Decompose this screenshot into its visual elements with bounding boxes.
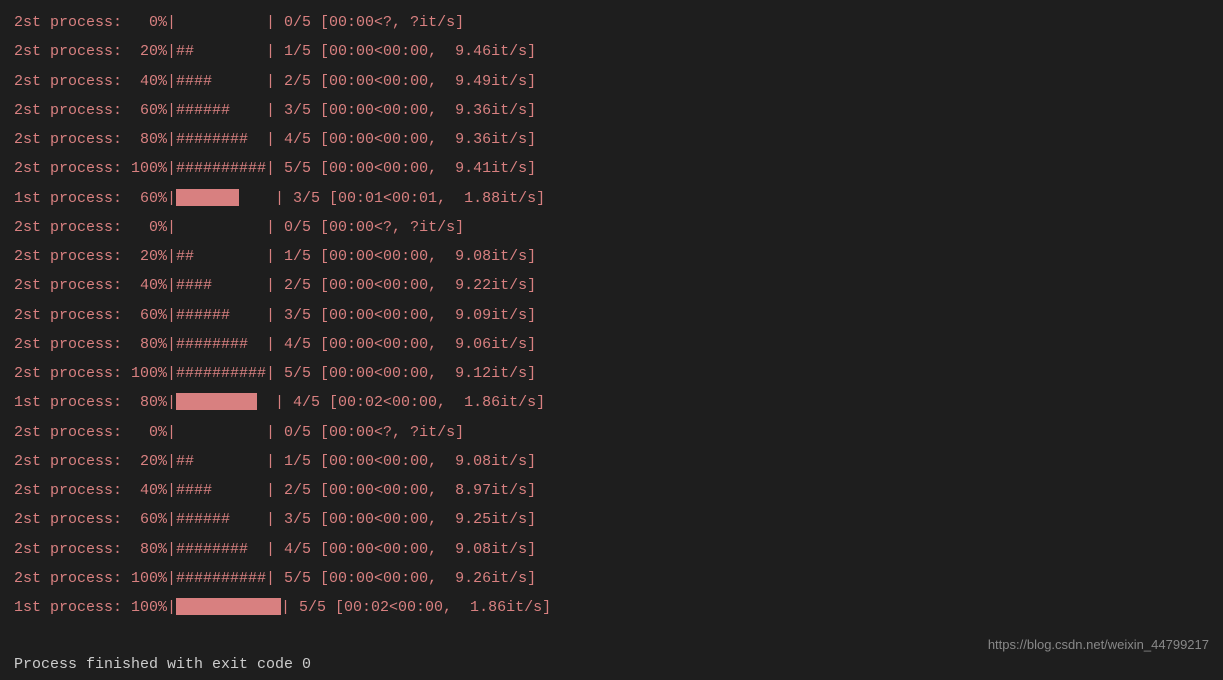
progress-line: 1st process: 80%| | 4/5 [00:02<00:00, 1.… (14, 388, 1223, 417)
progress-line: 2st process: 40%|#### | 2/5 [00:00<00:00… (14, 476, 1223, 505)
progress-bar-fill (176, 189, 239, 206)
progress-text: 2st process: 0%| | 0/5 [00:00<?, ?it/s] (14, 418, 464, 447)
progress-line: 2st process: 80%|######## | 4/5 [00:00<0… (14, 330, 1223, 359)
progress-text: 2st process: 100%|##########| 5/5 [00:00… (14, 359, 536, 388)
progress-text: 2st process: 100%|##########| 5/5 [00:00… (14, 154, 536, 183)
progress-line: 2st process: 100%|##########| 5/5 [00:00… (14, 564, 1223, 593)
progress-line: 1st process: 100%| | 5/5 [00:02<00:00, 1.… (14, 593, 1223, 622)
progress-prefix: 1st process: 60%| (14, 184, 176, 213)
progress-text: 2st process: 60%|###### | 3/5 [00:00<00:… (14, 505, 536, 534)
progress-line: 2st process: 0%| | 0/5 [00:00<?, ?it/s] (14, 213, 1223, 242)
progress-text: 2st process: 80%|######## | 4/5 [00:00<0… (14, 535, 536, 564)
progress-suffix: | 4/5 [00:02<00:00, 1.86it/s] (257, 388, 545, 417)
progress-text: 2st process: 100%|##########| 5/5 [00:00… (14, 564, 536, 593)
progress-line: 2st process: 20%|## | 1/5 [00:00<00:00, … (14, 447, 1223, 476)
progress-line: 2st process: 60%|###### | 3/5 [00:00<00:… (14, 505, 1223, 534)
progress-bar-fill (176, 598, 281, 615)
progress-text: 2st process: 60%|###### | 3/5 [00:00<00:… (14, 301, 536, 330)
progress-line: 2st process: 40%|#### | 2/5 [00:00<00:00… (14, 271, 1223, 300)
progress-line: 2st process: 40%|#### | 2/5 [00:00<00:00… (14, 67, 1223, 96)
progress-text: 2st process: 80%|######## | 4/5 [00:00<0… (14, 125, 536, 154)
progress-text: 2st process: 20%|## | 1/5 [00:00<00:00, … (14, 447, 536, 476)
progress-line: 2st process: 100%|##########| 5/5 [00:00… (14, 154, 1223, 183)
progress-prefix: 1st process: 80%| (14, 388, 176, 417)
progress-line: 2st process: 60%|###### | 3/5 [00:00<00:… (14, 96, 1223, 125)
progress-line: 2st process: 0%| | 0/5 [00:00<?, ?it/s] (14, 418, 1223, 447)
progress-bar-fill (176, 393, 257, 410)
progress-line: 2st process: 20%|## | 1/5 [00:00<00:00, … (14, 242, 1223, 271)
progress-line: 2st process: 20%|## | 1/5 [00:00<00:00, … (14, 37, 1223, 66)
progress-text: 2st process: 80%|######## | 4/5 [00:00<0… (14, 330, 536, 359)
progress-prefix: 1st process: 100%| (14, 593, 176, 622)
watermark-text: https://blog.csdn.net/weixin_44799217 (988, 632, 1209, 657)
progress-line: 2st process: 100%|##########| 5/5 [00:00… (14, 359, 1223, 388)
progress-text: 2st process: 40%|#### | 2/5 [00:00<00:00… (14, 271, 536, 300)
terminal-output[interactable]: 2st process: 0%| | 0/5 [00:00<?, ?it/s]2… (14, 8, 1223, 622)
progress-suffix: | 5/5 [00:02<00:00, 1.86it/s] (281, 593, 551, 622)
progress-suffix: | 3/5 [00:01<00:01, 1.88it/s] (239, 184, 545, 213)
progress-line: 2st process: 80%|######## | 4/5 [00:00<0… (14, 535, 1223, 564)
progress-line: 2st process: 80%|######## | 4/5 [00:00<0… (14, 125, 1223, 154)
progress-line: 1st process: 60%| | 3/5 [00:01<00:01, 1.… (14, 184, 1223, 213)
progress-text: 2st process: 40%|#### | 2/5 [00:00<00:00… (14, 476, 536, 505)
progress-text: 2st process: 20%|## | 1/5 [00:00<00:00, … (14, 242, 536, 271)
progress-text: 2st process: 40%|#### | 2/5 [00:00<00:00… (14, 67, 536, 96)
progress-text: 2st process: 0%| | 0/5 [00:00<?, ?it/s] (14, 8, 464, 37)
progress-text: 2st process: 20%|## | 1/5 [00:00<00:00, … (14, 37, 536, 66)
progress-text: 2st process: 0%| | 0/5 [00:00<?, ?it/s] (14, 213, 464, 242)
progress-line: 2st process: 0%| | 0/5 [00:00<?, ?it/s] (14, 8, 1223, 37)
progress-line: 2st process: 60%|###### | 3/5 [00:00<00:… (14, 301, 1223, 330)
progress-text: 2st process: 60%|###### | 3/5 [00:00<00:… (14, 96, 536, 125)
